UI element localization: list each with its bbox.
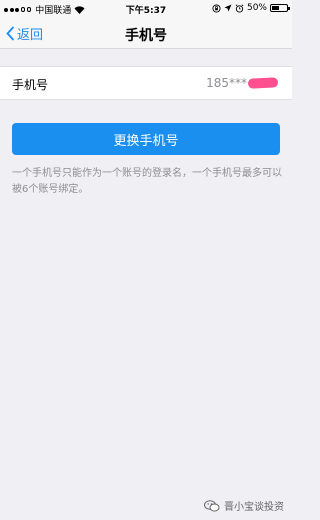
- status-right: 50%: [212, 3, 290, 13]
- page-title: 手机号: [125, 28, 167, 44]
- phone-value: 185***: [206, 76, 279, 90]
- redaction-mark: [247, 77, 279, 89]
- phone-number-text: 185***: [206, 76, 247, 90]
- location-icon: [224, 4, 232, 12]
- alarm-icon: [235, 3, 244, 13]
- phone-number-row: 手机号 185***: [0, 66, 292, 100]
- orientation-lock-icon: [212, 3, 221, 13]
- battery-percent: 50%: [246, 3, 267, 13]
- navigation-bar: 返回 手机号: [0, 18, 292, 49]
- phone-label: 手机号: [12, 78, 49, 92]
- watermark-text: 晋小宝谈投资: [224, 502, 284, 513]
- status-bar: 中国联通 下午5:37 50%: [0, 0, 292, 18]
- hint-text: 一个手机号只能作为一个账号的登录名，一个手机号最多可以被6个账号绑定。: [12, 168, 282, 195]
- watermark: 晋小宝谈投资: [204, 498, 284, 513]
- wechat-icon: [204, 499, 220, 511]
- battery-icon: [270, 4, 290, 12]
- change-phone-button[interactable]: 更换手机号: [12, 123, 280, 155]
